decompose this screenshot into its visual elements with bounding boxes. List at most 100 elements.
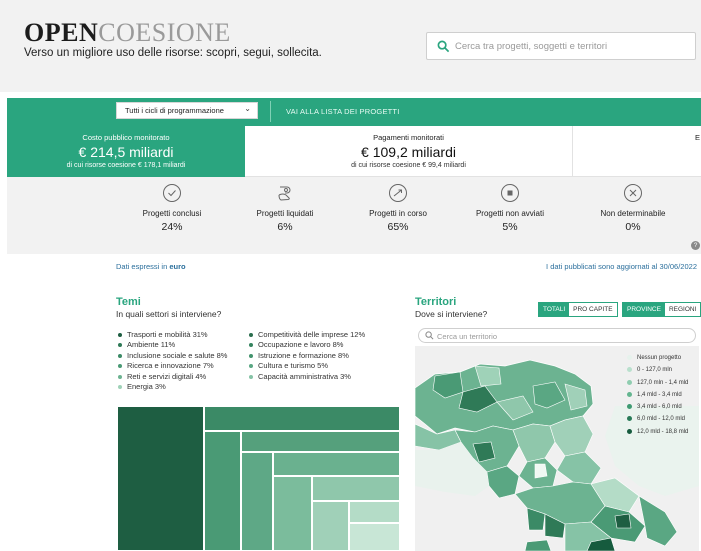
temi-legend-item: Inclusione sociale e salute 8% xyxy=(118,351,227,361)
map-legend: Nessun progetto 0 - 127,0 mln 127,0 mln - … xyxy=(627,352,688,438)
x-circle-icon xyxy=(624,184,642,202)
treemap-cell-inclusione[interactable] xyxy=(241,452,273,551)
temi-treemap xyxy=(117,406,400,551)
chevron-down-icon: ⌄ xyxy=(244,104,251,113)
progress-circle-icon xyxy=(389,184,407,202)
toggle-province[interactable]: PROVINCE xyxy=(623,303,665,316)
temi-legend-item: Ricerca e innovazione 7% xyxy=(118,361,227,371)
status-liquidated[interactable]: Progetti liquidati 6% xyxy=(225,183,345,233)
legend-dot-icon xyxy=(118,374,122,379)
territory-search-placeholder: Cerca un territorio xyxy=(437,332,498,341)
main-search-input[interactable]: Cerca tra progetti, soggetti e territori xyxy=(426,32,696,60)
status-percent: 0% xyxy=(625,221,641,233)
map-legend-item: Nessun progetto xyxy=(627,352,688,364)
legend-dot-icon xyxy=(118,364,122,369)
temi-legend-label: Cultura e turismo 5% xyxy=(258,361,329,371)
temi-legend-label: Ricerca e innovazione 7% xyxy=(127,361,214,371)
map-legend-label: 1,4 mld - 3,4 mld xyxy=(637,391,682,398)
logo-open-text: OPEN xyxy=(24,18,99,47)
currency-note: Dati espressi in euro xyxy=(116,262,186,271)
status-in-progress[interactable]: Progetti in corso 65% xyxy=(338,183,458,233)
treemap-cell-capacita[interactable] xyxy=(349,501,400,523)
territori-subtitle: Dove si interviene? xyxy=(415,309,488,319)
metric-value: € 109,2 miliardi xyxy=(361,144,456,160)
map-legend-item: 12,0 mld - 18,8 mld xyxy=(627,426,688,438)
legend-dot-icon xyxy=(627,404,632,410)
territory-search-input[interactable]: Cerca un territorio xyxy=(418,328,696,343)
temi-legend-left: Trasporti e mobilità 31% Ambiente 11% Incl… xyxy=(118,330,227,392)
status-label: Progetti conclusi xyxy=(142,209,202,218)
status-not-started[interactable]: Progetti non avviati 5% xyxy=(450,183,570,233)
temi-legend-item: Reti e servizi digitali 4% xyxy=(118,372,227,382)
status-concluded[interactable]: Progetti conclusi 24% xyxy=(112,183,232,233)
map-legend-label: 6,0 mld - 12,0 mld xyxy=(637,416,686,423)
header: OPENCOESIONE Verso un migliore uso delle… xyxy=(0,0,701,92)
toggle-regioni[interactable]: REGIONI xyxy=(664,303,701,316)
search-placeholder: Cerca tra progetti, soggetti e territori xyxy=(455,41,608,52)
treemap-cell-ambiente[interactable] xyxy=(204,431,241,551)
status-label: Progetti in corso xyxy=(369,209,427,218)
legend-dot-icon xyxy=(627,391,632,397)
metric-payments[interactable]: Pagamenti monitorati € 109,2 miliardi di… xyxy=(245,126,572,177)
status-undetermined[interactable]: Non determinabile 0% xyxy=(573,183,693,233)
site-logo[interactable]: OPENCOESIONE xyxy=(24,20,231,46)
logo-coesione-text: COESIONE xyxy=(98,18,231,47)
treemap-cell-energia[interactable] xyxy=(349,523,400,551)
map-legend-item: 1,4 mld - 3,4 mld xyxy=(627,389,688,401)
money-hand-icon xyxy=(278,186,291,201)
treemap-cell-ricerca[interactable] xyxy=(273,476,312,551)
status-label: Non determinabile xyxy=(600,209,666,218)
treemap-cell-occupazione[interactable] xyxy=(241,431,400,452)
status-percent: 5% xyxy=(502,221,518,233)
treemap-cell-competitivita[interactable] xyxy=(204,406,400,431)
legend-dot-icon xyxy=(249,333,253,338)
metric-label: Costo pubblico monitorato xyxy=(82,133,170,142)
metric-third[interactable]: E xyxy=(572,126,701,177)
temi-legend-label: Energia 3% xyxy=(127,382,166,392)
temi-legend-item: Occupazione e lavoro 8% xyxy=(249,340,365,350)
status-label: Progetti liquidati xyxy=(256,209,314,218)
help-icon[interactable]: ? xyxy=(691,241,700,250)
toggle-pro-capite[interactable]: PRO CAPITE xyxy=(569,303,617,316)
temi-legend-item: Istruzione e formazione 8% xyxy=(249,351,365,361)
cycle-select[interactable]: Tutti i cicli di programmazione ⌄ xyxy=(116,102,258,119)
treemap-cell-istruzione[interactable] xyxy=(273,452,400,476)
legend-dot-icon xyxy=(118,353,122,358)
legend-dot-icon xyxy=(249,343,253,348)
currency-note-value: euro xyxy=(169,262,186,271)
project-status-row: Progetti conclusi 24% Progetti liquidati… xyxy=(7,177,701,254)
toggle-totali[interactable]: TOTALI xyxy=(539,303,570,316)
legend-dot-icon xyxy=(249,353,253,358)
territori-title: Territori xyxy=(415,296,457,308)
stop-circle-icon xyxy=(501,184,519,202)
map-legend-item: 3,4 mld - 6,0 mld xyxy=(627,401,688,413)
page: OPENCOESIONE Verso un migliore uso delle… xyxy=(0,0,701,551)
value-mode-toggle: TOTALI PRO CAPITE xyxy=(538,302,618,317)
status-percent: 6% xyxy=(277,221,293,233)
map-legend-label: 12,0 mld - 18,8 mld xyxy=(637,428,689,435)
legend-dot-icon xyxy=(249,374,253,379)
search-icon xyxy=(437,40,450,53)
map-legend-label: 3,4 mld - 6,0 mld xyxy=(637,404,682,411)
temi-legend-item: Energia 3% xyxy=(118,382,227,392)
temi-legend-label: Trasporti e mobilità 31% xyxy=(127,330,208,339)
metric-sub: di cui risorse coesione € 99,4 miliardi xyxy=(351,162,466,169)
temi-legend-label: Occupazione e lavoro 8% xyxy=(258,340,344,350)
currency-note-prefix: Dati espressi in xyxy=(116,262,168,271)
divider xyxy=(270,101,271,122)
temi-title: Temi xyxy=(116,296,141,308)
temi-legend-item: Competitività delle imprese 12% xyxy=(249,330,365,340)
temi-legend-label: Inclusione sociale e salute 8% xyxy=(127,350,228,360)
metric-sub: di cui risorse coesione € 178,1 miliardi xyxy=(66,162,186,169)
legend-dot-icon xyxy=(249,364,253,369)
treemap-cell-reti[interactable] xyxy=(312,501,349,551)
treemap-cell-trasporti[interactable] xyxy=(117,406,204,551)
legend-dot-icon xyxy=(627,354,632,360)
temi-legend-item: Ambiente 11% xyxy=(118,340,227,350)
metric-public-cost[interactable]: Costo pubblico monitorato € 214,5 miliar… xyxy=(7,126,245,177)
update-note: I dati pubblicati sono aggiornati al 30/… xyxy=(546,262,697,271)
temi-legend-label: Capacità amministrativa 3% xyxy=(258,371,351,381)
treemap-cell-cultura[interactable] xyxy=(312,476,400,501)
projects-list-link[interactable]: VAI ALLA LISTA DEI PROGETTI xyxy=(286,107,400,116)
legend-dot-icon xyxy=(627,416,632,422)
